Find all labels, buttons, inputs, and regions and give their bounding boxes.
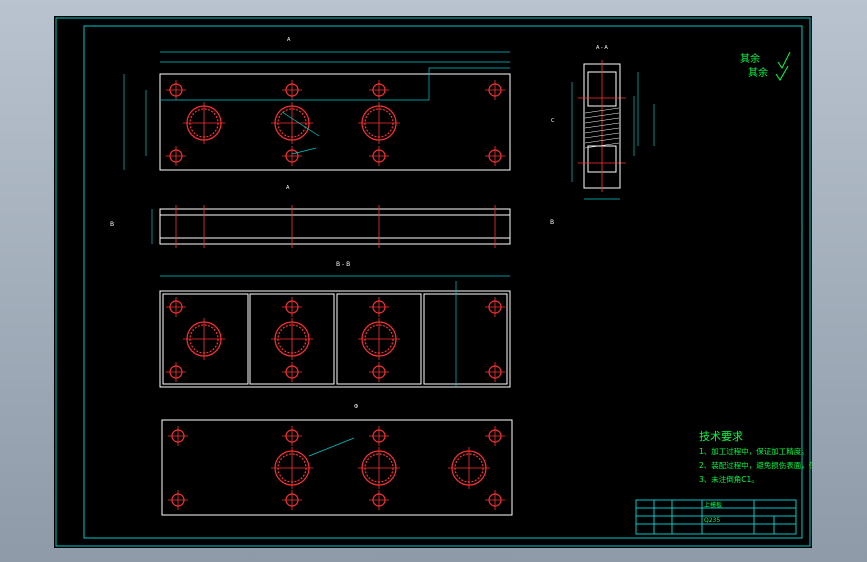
bolt-hole bbox=[369, 490, 389, 510]
bolt-hole bbox=[369, 146, 389, 166]
bolt-hole bbox=[282, 362, 302, 382]
section-b-b-view: B - B Ф bbox=[159, 261, 511, 410]
section-marker-right: B bbox=[550, 219, 554, 226]
bore-hole bbox=[358, 447, 400, 489]
section-b-b-title: B - B bbox=[336, 261, 350, 268]
section-a-a-view: A - A C bbox=[551, 45, 655, 200]
section-a-a-title: A - A bbox=[596, 45, 608, 51]
bolt-hole bbox=[282, 80, 302, 100]
bolt-hole bbox=[282, 146, 302, 166]
bore-hole bbox=[271, 447, 313, 489]
plate-outline-front bbox=[159, 208, 511, 245]
bolt-hole bbox=[485, 490, 505, 510]
bolt-hole bbox=[485, 426, 505, 446]
sheet-outer-border bbox=[55, 17, 811, 547]
cad-drawing-viewport[interactable]: .ol { stroke:#ffffff; fill:none; stroke-… bbox=[54, 16, 812, 548]
bolt-hole bbox=[166, 80, 186, 100]
title-block-material: Q235 bbox=[704, 517, 720, 524]
plate-outline-bottom bbox=[161, 419, 513, 516]
tech-req-item-2: 2、装配过程中，避免损伤表面，保持清洁。 bbox=[699, 460, 812, 470]
bolt-hole bbox=[282, 297, 302, 317]
center-mark: Ф bbox=[354, 404, 359, 410]
bolt-hole bbox=[369, 80, 389, 100]
bolt-hole bbox=[168, 490, 188, 510]
bolt-hole bbox=[369, 426, 389, 446]
bolt-hole bbox=[168, 426, 188, 446]
section-marker-left: B bbox=[110, 221, 114, 228]
bore-hole bbox=[448, 447, 490, 489]
tech-req-item-1: 1、加工过程中，保证加工精度。 bbox=[699, 446, 809, 456]
title-block: 上模板 Q235 bbox=[635, 499, 797, 535]
bolt-hole bbox=[282, 426, 302, 446]
bolt-hole bbox=[369, 297, 389, 317]
bolt-hole bbox=[166, 362, 186, 382]
tech-req-item-3: 3、未注倒角C1。 bbox=[699, 474, 759, 484]
bolt-hole bbox=[282, 490, 302, 510]
section-marker-aa: C bbox=[551, 118, 555, 124]
view-arrow-top: A bbox=[287, 37, 291, 43]
title-block-drawing-name: 上模板 bbox=[704, 501, 722, 509]
technical-requirements: 技术要求 1、加工过程中，保证加工精度。 2、装配过程中，避免损伤表面，保持清洁… bbox=[699, 430, 812, 484]
bottom-plan-view bbox=[161, 419, 513, 516]
tech-req-title: 技术要求 bbox=[699, 430, 743, 443]
bolt-hole bbox=[485, 362, 505, 382]
bolt-hole bbox=[485, 80, 505, 100]
bolt-hole bbox=[485, 297, 505, 317]
bolt-hole bbox=[166, 146, 186, 166]
surface-roughness-note: 其余 其余 bbox=[740, 51, 791, 81]
bore-hole bbox=[271, 102, 313, 144]
roughness-note-line1: 其余 bbox=[740, 52, 760, 65]
bolt-hole bbox=[369, 362, 389, 382]
plate-outline-top bbox=[159, 73, 511, 171]
sheet-inner-border bbox=[83, 25, 803, 539]
roughness-note-line2: 其余 bbox=[748, 66, 768, 79]
bore-hole bbox=[183, 102, 225, 144]
cad-drawing-sheet: .ol { stroke:#ffffff; fill:none; stroke-… bbox=[55, 17, 812, 547]
bore-hole bbox=[271, 318, 313, 360]
top-plan-view: A bbox=[123, 37, 511, 171]
bore-hole bbox=[358, 102, 400, 144]
bore-hole bbox=[358, 318, 400, 360]
view-arrow-mid: A bbox=[286, 185, 290, 191]
bore-hole bbox=[183, 318, 225, 360]
front-section-view: A B B bbox=[110, 185, 554, 248]
bolt-hole bbox=[166, 297, 186, 317]
bolt-hole bbox=[485, 146, 505, 166]
